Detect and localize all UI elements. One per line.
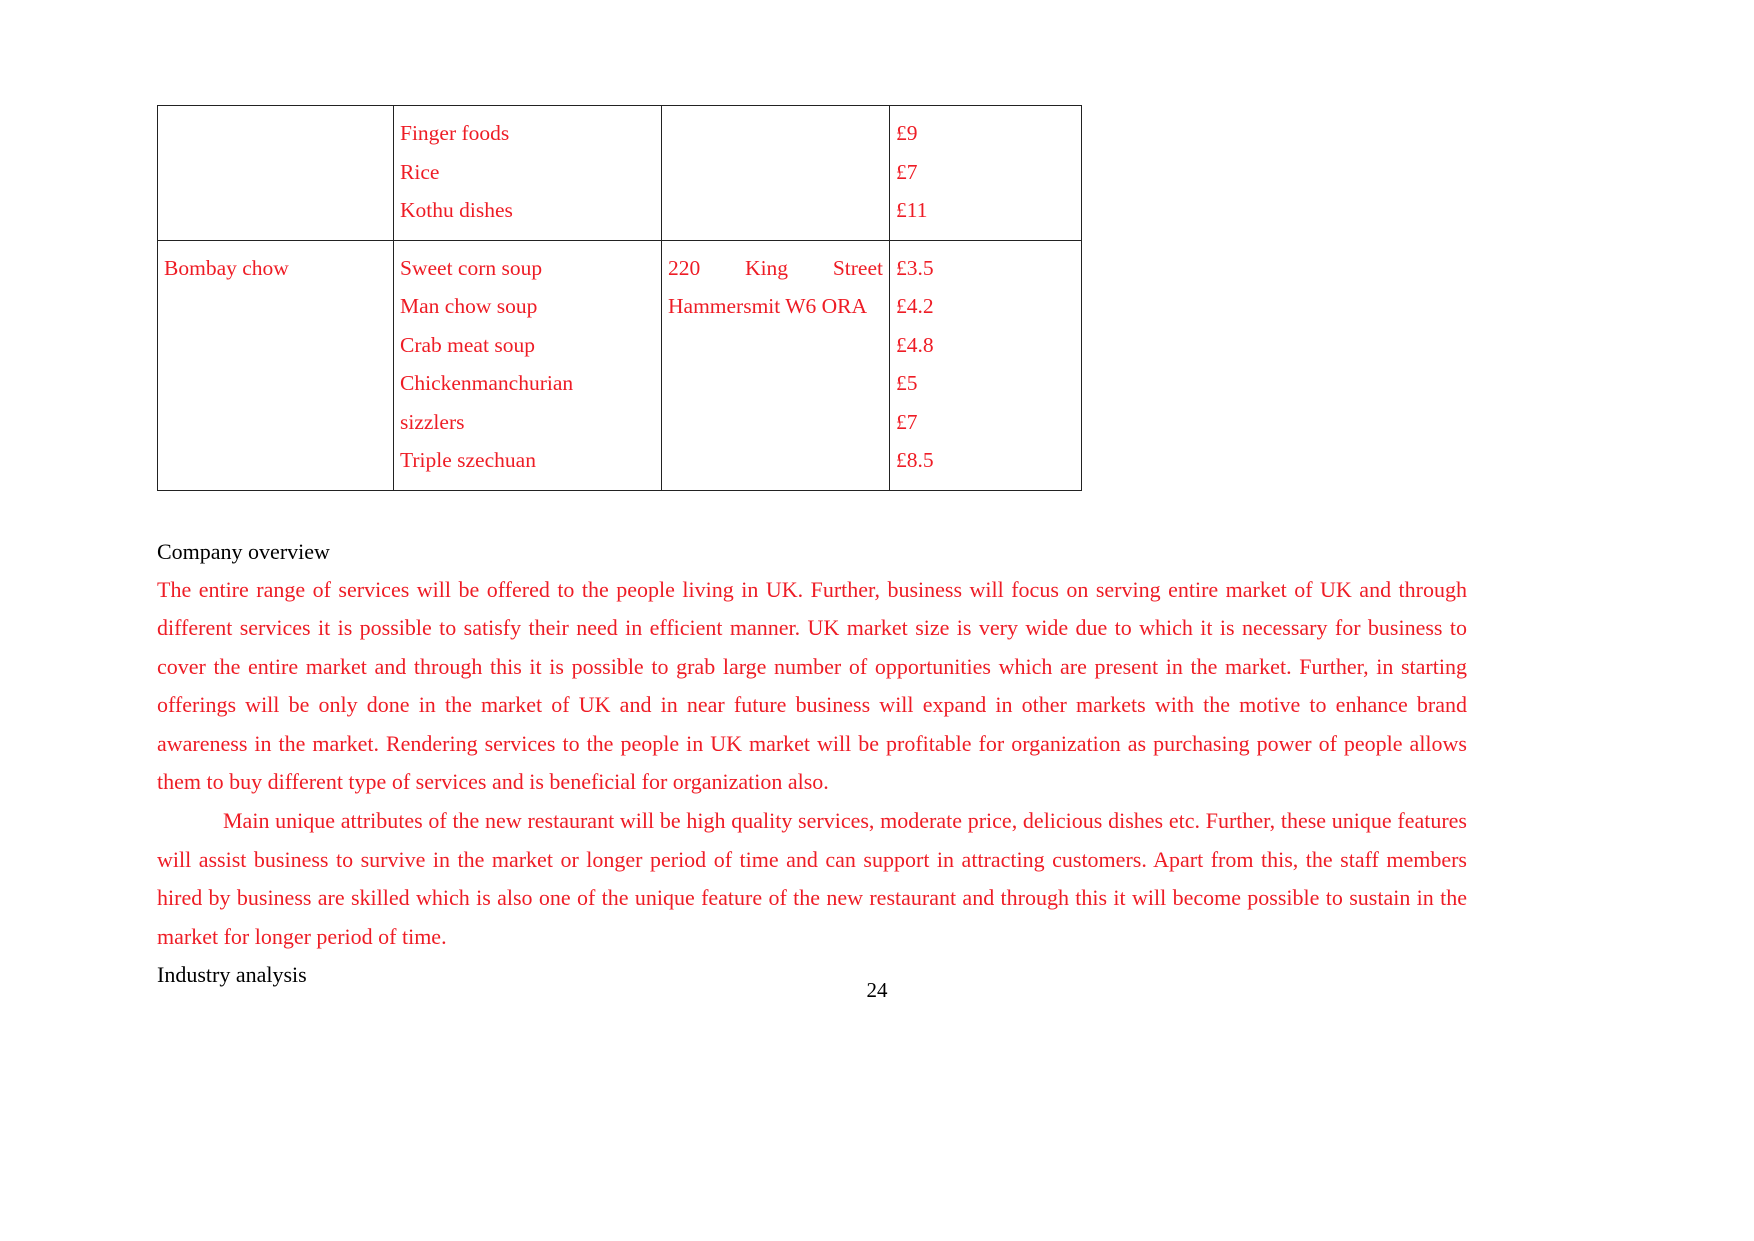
price-item: £4.2 [896,294,934,318]
address-cell [661,105,890,241]
restaurant-name-cell: Bombay chow [157,239,394,491]
price-item: £3.5 [896,255,934,280]
company-overview-paragraph-2: Main unique attributes of the new restau… [157,808,1467,949]
dish-word-manchurian: manchurian [471,371,574,395]
dish-item: Triple szechuan [400,448,536,472]
dish-item: Finger foods [400,121,510,145]
dish-item: Man chow soup [400,294,538,318]
dish-item: sizzlers [400,409,465,434]
company-overview-paragraph-1: The entire range of services will be off… [157,576,1467,795]
dish-item: Sweet corn soup [400,255,543,280]
document-page: Finger foods Rice Kothu dishes £9 £7 £11… [0,0,1754,1241]
dish-item: Kothu dishes [400,198,513,222]
address-line: Hammersmit W6 ORA [668,294,868,318]
section-heading-company-overview: Company overview [157,538,330,564]
page-content: Finger foods Rice Kothu dishes £9 £7 £11… [157,105,1467,994]
dish-list-cell: Sweet corn soup Man chow soup Crab meat … [393,239,662,491]
dish-item-wrapped-first: Chickenmanchurian [400,364,655,403]
restaurant-name-cell [157,105,394,241]
price-item: £7 [896,159,918,184]
table-row: Bombay chow Sweet corn soup Man chow sou… [157,239,1082,491]
price-item: £11 [896,198,928,222]
menu-table: Finger foods Rice Kothu dishes £9 £7 £11… [157,105,1082,491]
dish-word-chicken: Chicken [400,371,472,395]
address-line: 220 King Street [668,255,883,280]
price-cell: £9 £7 £11 [889,105,1082,241]
price-cell: £3.5 £4.2 £4.8 £5 £7 £8.5 [889,239,1082,491]
price-item: £9 [896,121,918,145]
price-item: £5 [896,371,918,395]
price-item: £4.8 [896,332,934,357]
table-row: Finger foods Rice Kothu dishes £9 £7 £11 [157,105,1082,241]
page-number: 24 [866,978,888,1002]
price-item: £8.5 [896,448,934,472]
price-item: £7 [896,409,918,434]
dish-list-cell: Finger foods Rice Kothu dishes [393,105,662,241]
dish-item: Rice [400,159,440,184]
restaurant-name: Bombay chow [164,255,289,280]
address-cell: 220 King Street Hammersmit W6 ORA [661,239,890,491]
dish-item: Crab meat soup [400,332,535,357]
